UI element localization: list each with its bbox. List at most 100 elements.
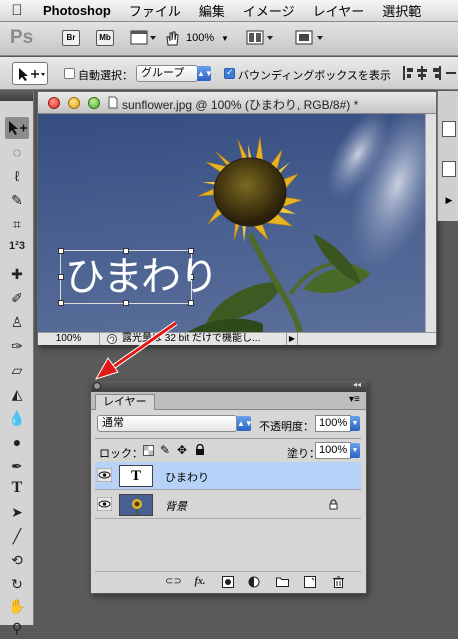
status-menu-arrow-icon[interactable]: ▶: [286, 332, 298, 345]
hand-tool-app-icon[interactable]: [164, 29, 180, 50]
blur-tool-icon[interactable]: 💧: [5, 407, 29, 429]
application-bar: Ps Br Mb 100% ▼: [0, 22, 458, 56]
align-buttons[interactable]: [402, 64, 458, 85]
show-bounding-box-checkbox[interactable]: [224, 67, 235, 79]
dodge-tool-icon[interactable]: ●: [5, 431, 29, 453]
menu-select[interactable]: 選択範: [373, 1, 430, 20]
3d-rotate-tool-icon[interactable]: ⟲: [5, 549, 29, 571]
menu-edit[interactable]: 編集: [190, 1, 234, 20]
add-mask-icon[interactable]: [221, 576, 235, 589]
hand-tool-icon[interactable]: ✋: [5, 595, 29, 617]
type-tool-icon[interactable]: T: [5, 477, 29, 499]
menu-app[interactable]: Photoshop: [34, 3, 120, 18]
brush-tool-icon[interactable]: ✐: [5, 287, 29, 309]
pen-tool-icon[interactable]: ✒: [5, 455, 29, 477]
lasso-tool-icon[interactable]: ℓ: [5, 165, 29, 187]
auto-select-checkbox[interactable]: [64, 68, 75, 79]
arrange-documents-icon[interactable]: [246, 29, 274, 50]
path-selection-tool-icon[interactable]: ➤: [5, 501, 29, 523]
play-panel-icon[interactable]: ▶: [442, 195, 456, 209]
menu-file[interactable]: ファイル: [120, 1, 190, 20]
opacity-input[interactable]: 100%: [315, 415, 351, 432]
canvas-text-layer: ひまわり: [65, 254, 219, 300]
zoom-tool-icon[interactable]: ⚲: [5, 617, 29, 639]
panel-icon-1[interactable]: [442, 121, 456, 137]
quick-select-tool-icon[interactable]: ✎: [5, 189, 29, 211]
layer-style-fx-icon[interactable]: fx.: [193, 576, 207, 589]
lock-transparency-icon[interactable]: [143, 445, 154, 459]
history-brush-tool-icon[interactable]: ✑: [5, 335, 29, 357]
view-extras-icon[interactable]: [130, 29, 156, 50]
zoom-dropdown-icon[interactable]: ▼: [221, 34, 229, 43]
lock-all-icon[interactable]: [195, 443, 205, 459]
background-layer-thumbnail: [119, 494, 153, 516]
minimize-window-button[interactable]: [68, 97, 80, 109]
document-title-bar[interactable]: sunflower.jpg @ 100% (ひまわり, RGB/8#) *: [38, 92, 436, 114]
line-tool-icon[interactable]: ╱: [5, 525, 29, 547]
apple-menu-icon[interactable]: : [0, 2, 34, 19]
crop-tool-icon[interactable]: ⌗: [5, 213, 29, 235]
text-bounding-box[interactable]: ひまわり: [58, 248, 219, 306]
auto-select-target[interactable]: グループ: [136, 65, 198, 82]
paint-bucket-tool-icon[interactable]: ◭: [5, 383, 29, 405]
panel-close-button[interactable]: [93, 382, 101, 390]
lock-image-icon[interactable]: ✎: [160, 443, 170, 457]
mini-bridge-button[interactable]: Mb: [96, 30, 114, 46]
zoom-level[interactable]: 100%: [186, 32, 214, 44]
new-group-folder-icon[interactable]: [275, 576, 289, 589]
marquee-tool-icon[interactable]: ◌: [5, 141, 29, 163]
delete-layer-trash-icon[interactable]: [331, 576, 345, 589]
vertical-scrollbar[interactable]: [425, 114, 436, 332]
auto-select-dropdown-icon[interactable]: ▲▼: [197, 66, 213, 81]
clone-stamp-tool-icon[interactable]: ♙: [5, 311, 29, 333]
adjustment-layer-icon[interactable]: [247, 576, 261, 589]
divider: [95, 571, 361, 572]
bounding-box-label: バウンディングボックスを表示: [238, 70, 391, 82]
bridge-button[interactable]: Br: [62, 30, 80, 46]
panel-menu-icon[interactable]: ▾≡: [349, 394, 360, 405]
move-tool-icon[interactable]: [5, 117, 29, 139]
tools-panel: ◌ ℓ ✎ ⌗ 1²3 ✚ ✐ ♙ ✑ ▱ ◭ 💧 ● ✒ T ➤ ╱ ⟲ ↻ …: [0, 91, 34, 636]
transform-handle[interactable]: [58, 274, 64, 280]
visibility-eye-icon[interactable]: [96, 467, 113, 483]
blend-mode-dropdown-icon[interactable]: ▲▼: [237, 416, 253, 431]
close-window-button[interactable]: [48, 97, 60, 109]
zoom-window-button[interactable]: [88, 97, 100, 109]
transform-handle[interactable]: [58, 300, 64, 306]
new-layer-icon[interactable]: [303, 576, 317, 589]
layers-tab-row: レイヤー ▾≡: [91, 392, 366, 410]
transform-handle[interactable]: [58, 248, 64, 254]
layers-panel: ◂◂ レイヤー ▾≡ 通常 ▲▼ 不透明度： 100% ▼ ロック： ✎ ✥ 塗…: [90, 380, 367, 594]
layer-row-background[interactable]: 背景: [95, 491, 361, 519]
fill-input[interactable]: 100%: [315, 442, 351, 459]
visibility-eye-icon[interactable]: [96, 496, 113, 512]
collapse-panel-icon[interactable]: ◂◂: [353, 380, 361, 389]
blend-mode-select[interactable]: 通常: [97, 415, 237, 432]
right-dock: ▶: [437, 91, 458, 221]
menu-bar:  Photoshop ファイル 編集 イメージ レイヤー 選択範: [0, 0, 458, 22]
fill-dropdown-icon[interactable]: ▼: [350, 443, 360, 458]
eyedropper-count-tool-icon[interactable]: 1²3: [5, 235, 29, 257]
layer-lock-icon: [329, 499, 338, 513]
tab-layers[interactable]: レイヤー: [95, 394, 155, 410]
document-proxy-icon: [108, 96, 118, 112]
menu-image[interactable]: イメージ: [234, 1, 304, 20]
layer-row-text[interactable]: T ひまわり: [95, 462, 361, 490]
screen-mode-icon[interactable]: [294, 29, 324, 50]
auto-select-label: 自動選択：: [78, 70, 133, 82]
menu-layer[interactable]: レイヤー: [304, 1, 374, 20]
layers-panel-header[interactable]: ◂◂: [91, 380, 366, 392]
status-zoom-field[interactable]: 100%: [38, 332, 100, 345]
image-canvas[interactable]: ひまわり: [38, 114, 425, 332]
layer-name[interactable]: 背景: [165, 498, 187, 514]
link-layers-icon[interactable]: ⊂⊃: [165, 576, 182, 589]
lock-position-icon[interactable]: ✥: [177, 443, 187, 457]
layer-name[interactable]: ひまわり: [165, 469, 209, 485]
3d-orbit-tool-icon[interactable]: ↻: [5, 573, 29, 595]
tools-panel-header[interactable]: [0, 91, 33, 101]
eraser-tool-icon[interactable]: ▱: [5, 359, 29, 381]
tool-preset-picker[interactable]: [12, 62, 48, 85]
panel-icon-2[interactable]: [442, 161, 456, 177]
opacity-dropdown-icon[interactable]: ▼: [350, 416, 360, 431]
healing-brush-tool-icon[interactable]: ✚: [5, 263, 29, 285]
